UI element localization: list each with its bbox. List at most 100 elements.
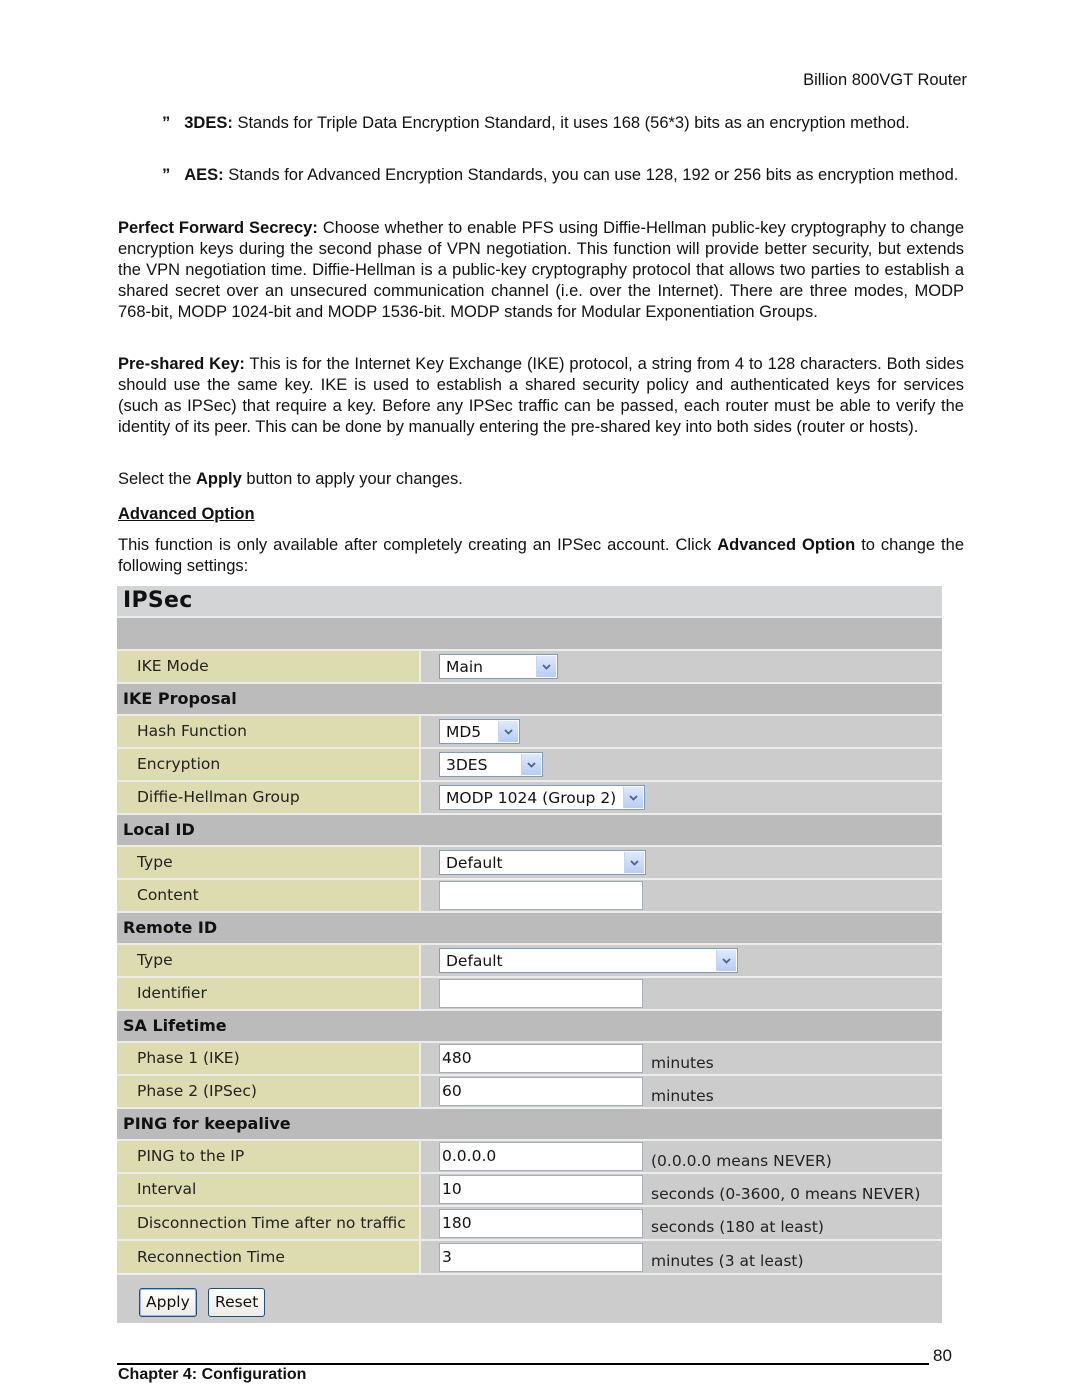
chevron-down-icon[interactable] [623, 787, 643, 808]
field-label: Interval [117, 1174, 421, 1205]
field-value: 0.0.0.0 (0.0.0.0 means NEVER) [421, 1141, 942, 1172]
reconnection-time-input[interactable]: 3 [439, 1242, 643, 1272]
group-ping-keepalive: PING for keepalive [117, 1109, 942, 1141]
text: Select the [118, 470, 196, 488]
field-value: 3DES [421, 749, 942, 780]
paragraph-advanced: This function is only available after co… [118, 535, 964, 577]
group-local-id: Local ID [117, 815, 942, 847]
remote-id-identifier-input[interactable] [439, 979, 643, 1008]
row-disconnection-time: Disconnection Time after no traffic 180 … [117, 1207, 942, 1241]
chevron-down-icon[interactable] [521, 754, 541, 775]
bullet-term: 3DES: [184, 114, 233, 132]
field-label: Encryption [117, 749, 421, 780]
field-label: Disconnection Time after no traffic [117, 1207, 421, 1239]
dh-group-select[interactable]: MODP 1024 (Group 2) [439, 785, 645, 810]
row-ike-mode: IKE Mode Main [117, 651, 942, 684]
hint-label: seconds (0-3600, 0 means NEVER) [651, 1184, 921, 1203]
footer-divider [117, 1363, 929, 1365]
field-label: Reconnection Time [117, 1241, 421, 1273]
row-local-id-content: Content [117, 880, 942, 913]
field-label: Phase 1 (IKE) [117, 1043, 421, 1074]
hint-label: minutes (3 at least) [651, 1252, 804, 1270]
disconnection-time-input[interactable]: 180 [439, 1208, 643, 1238]
paragraph-apply: Select the Apply button to apply your ch… [118, 469, 964, 490]
ike-mode-select[interactable]: Main [439, 654, 558, 679]
apply-button[interactable]: Apply [139, 1288, 197, 1317]
row-remote-id-type: Type Default [117, 945, 942, 978]
row-ping-ip: PING to the IP 0.0.0.0 (0.0.0.0 means NE… [117, 1141, 942, 1174]
field-label: Diffie-Hellman Group [117, 782, 421, 813]
field-label: Content [117, 880, 421, 911]
field-value: Default [421, 847, 942, 878]
hint-label: seconds (180 at least) [651, 1218, 824, 1236]
term: Advanced Option [717, 536, 856, 554]
row-remote-id-identifier: Identifier [117, 978, 942, 1011]
running-header: Billion 800VGT Router [803, 71, 967, 89]
field-label: Phase 2 (IPSec) [117, 1076, 421, 1107]
field-value: 3 minutes (3 at least) [421, 1241, 942, 1273]
term: Pre-shared Key: [118, 355, 245, 373]
field-value [421, 880, 942, 911]
group-remote-id: Remote ID [117, 913, 942, 945]
field-label: PING to the IP [117, 1141, 421, 1172]
interval-input[interactable]: 10 [439, 1175, 643, 1204]
field-label: Hash Function [117, 716, 421, 747]
hint-label: (0.0.0.0 means NEVER) [651, 1151, 832, 1170]
group-ike-proposal: IKE Proposal [117, 684, 942, 716]
chevron-down-icon[interactable] [536, 656, 556, 677]
unit-label: minutes [651, 1086, 714, 1105]
chevron-down-icon[interactable] [624, 852, 644, 873]
field-value: Default [421, 945, 942, 976]
select-value: MODP 1024 (Group 2) [446, 788, 617, 807]
term: Perfect Forward Secrecy: [118, 219, 318, 237]
bullet-aes: ” AES: Stands for Advanced Encryption Sta… [162, 165, 959, 186]
row-hash-function: Hash Function MD5 [117, 716, 942, 749]
text: This is for the Internet Key Exchange (I… [118, 355, 964, 436]
hash-function-select[interactable]: MD5 [439, 719, 520, 744]
row-interval: Interval 10 seconds (0-3600, 0 means NEV… [117, 1174, 942, 1207]
encryption-select[interactable]: 3DES [439, 752, 543, 777]
footer-chapter: Chapter 4: Configuration [118, 1366, 307, 1383]
select-value: Main [446, 657, 484, 676]
field-value [421, 978, 942, 1009]
paragraph-pfs: Perfect Forward Secrecy: Choose whether … [118, 218, 964, 323]
phase2-input[interactable]: 60 [439, 1077, 643, 1106]
page-number: 80 [933, 1346, 952, 1365]
row-phase2: Phase 2 (IPSec) 60 minutes [117, 1076, 942, 1109]
bullet-text: Stands for Triple Data Encryption Standa… [232, 114, 910, 132]
panel-title: IPSec [117, 586, 942, 618]
text: This function is only available after co… [118, 536, 718, 554]
select-value: 3DES [446, 755, 488, 774]
chevron-down-icon[interactable] [498, 721, 518, 742]
chevron-down-icon[interactable] [716, 950, 736, 971]
row-encryption: Encryption 3DES [117, 749, 942, 782]
local-id-content-input[interactable] [439, 881, 643, 910]
row-phase1: Phase 1 (IKE) 480 minutes [117, 1043, 942, 1076]
paragraph-psk: Pre-shared Key: This is for the Internet… [118, 354, 964, 438]
text: button to apply your changes. [241, 470, 463, 488]
bullet-mark: ” [162, 166, 171, 184]
field-value: 480 minutes [421, 1043, 942, 1074]
ping-ip-input[interactable]: 0.0.0.0 [439, 1142, 643, 1171]
section-title-advanced-option: Advanced Option [118, 505, 255, 523]
bullet-3des: ” 3DES: Stands for Triple Data Encryption… [162, 113, 959, 134]
select-value: Default [446, 951, 503, 970]
bullet-term: AES: [184, 166, 224, 184]
field-label: Type [117, 847, 421, 878]
term: Apply [195, 470, 242, 488]
field-value: 10 seconds (0-3600, 0 means NEVER) [421, 1174, 942, 1205]
reset-button[interactable]: Reset [208, 1288, 266, 1317]
row-local-id-type: Type Default [117, 847, 942, 880]
local-id-type-select[interactable]: Default [439, 850, 646, 875]
field-value: MODP 1024 (Group 2) [421, 782, 942, 813]
select-value: Default [446, 853, 503, 872]
row-reconnection-time: Reconnection Time 3 minutes (3 at least) [117, 1241, 942, 1275]
field-value: Main [421, 651, 942, 682]
bullet-text: Stands for Advanced Encryption Standards… [223, 166, 959, 184]
phase1-input[interactable]: 480 [439, 1044, 643, 1073]
remote-id-type-select[interactable]: Default [439, 948, 738, 973]
field-value: 60 minutes [421, 1076, 942, 1107]
select-value: MD5 [446, 722, 482, 741]
bullet-mark: ” [162, 114, 171, 132]
ipsec-panel: IPSec IKE Mode Main IKE Proposal Hash Fu… [117, 586, 942, 1323]
